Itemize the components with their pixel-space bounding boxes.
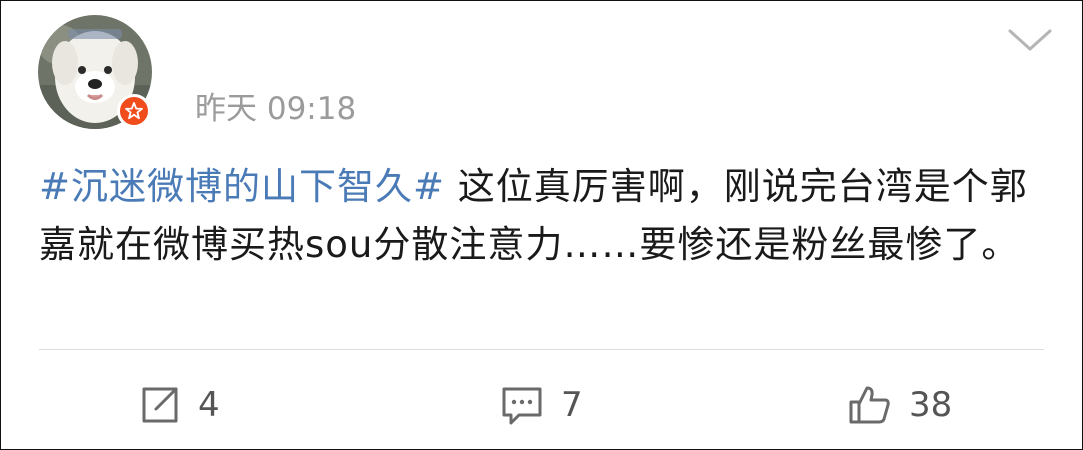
comment-icon [502, 387, 542, 425]
comment-count: 7 [561, 385, 583, 425]
hashtag-link[interactable]: #沉迷微博的山下智久# [39, 165, 445, 208]
repost-button[interactable]: 4 [138, 379, 220, 431]
verified-badge [117, 94, 151, 128]
repost-icon [142, 387, 178, 423]
post-timestamp: 昨天 09:18 [195, 91, 357, 127]
like-count: 38 [909, 385, 953, 425]
like-button[interactable]: 38 [847, 379, 952, 431]
post-body: #沉迷微博的山下智久# 这位真厉害啊，刚说完台湾是个郭嘉就在微博买热sou分散注… [39, 158, 1059, 274]
repost-count: 4 [198, 385, 220, 425]
comment-button[interactable]: 7 [499, 379, 583, 431]
thumbs-up-icon [849, 386, 890, 424]
chevron-down-icon [1008, 29, 1052, 51]
weibo-post-card: 昨天 09:18 #沉迷微博的山下智久# 这位真厉害啊，刚说完台湾是个郭嘉就在微… [0, 0, 1083, 450]
post-menu-button[interactable] [1007, 25, 1053, 55]
divider [39, 349, 1044, 350]
verified-star-icon [125, 102, 143, 120]
